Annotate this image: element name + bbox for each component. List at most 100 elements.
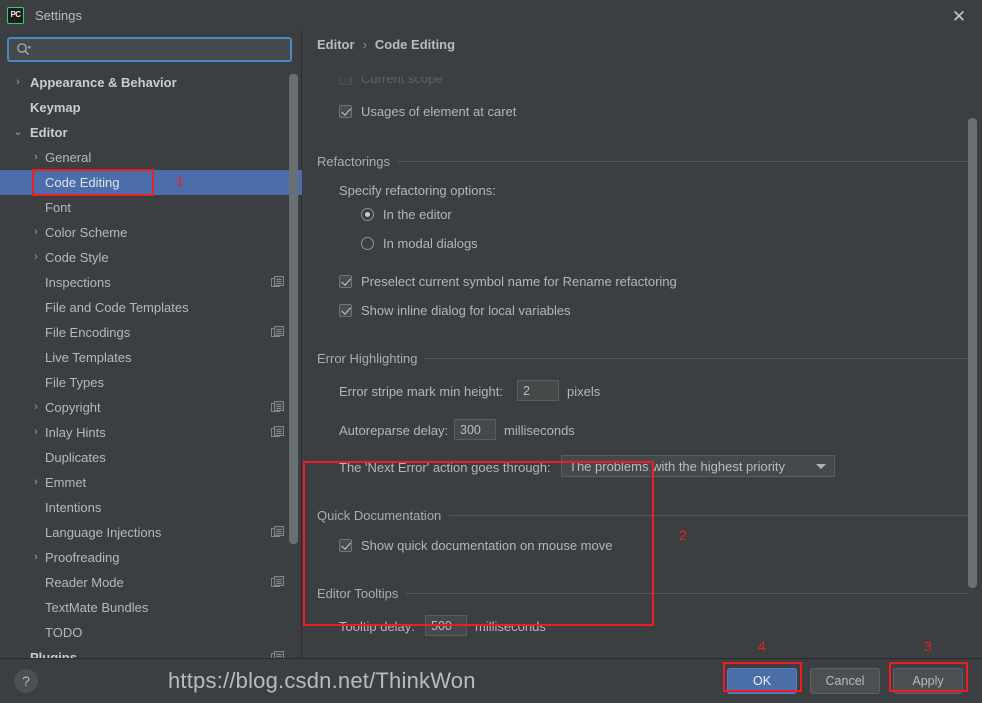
clipped-option-row: Current scope — [339, 77, 443, 89]
in-modal-dialogs-radio[interactable] — [361, 237, 374, 250]
chevron-right-icon[interactable]: › — [12, 77, 24, 88]
chevron-right-icon[interactable]: › — [30, 477, 42, 488]
sidebar-scrollbar-thumb[interactable] — [289, 74, 298, 544]
sidebar-item-proofreading[interactable]: › Proofreading — [0, 545, 302, 570]
sidebar-item-editor[interactable]: ⌄ Editor — [0, 120, 302, 145]
preselect-symbol-name-row[interactable]: Preselect current symbol name for Rename… — [339, 274, 677, 289]
refactorings-section-title: Refactorings — [317, 154, 390, 169]
sidebar-item-label: Language Injections — [45, 525, 162, 540]
project-scope-icon — [271, 276, 284, 289]
sidebar-item-label: File Types — [45, 375, 105, 390]
project-scope-icon — [271, 326, 284, 339]
sidebar-item-plugins[interactable]: Plugins — [0, 645, 302, 658]
autoreparse-delay-input[interactable] — [454, 419, 496, 440]
next-error-action-dropdown[interactable]: The problems with the highest priority — [561, 455, 835, 477]
pycharm-icon: PC — [7, 6, 24, 24]
settings-tree: › Appearance & Behavior Keymap ⌄ Editor › Gene… — [0, 70, 302, 658]
sidebar-item-todo[interactable]: TODO — [0, 620, 302, 645]
sidebar-item-color-scheme[interactable]: › Color Scheme — [0, 220, 302, 245]
breadcrumb-root[interactable]: Editor — [317, 37, 355, 52]
sidebar-item-general[interactable]: › General — [0, 145, 302, 170]
ok-button[interactable]: OK — [727, 668, 797, 694]
section-divider — [425, 358, 968, 359]
apply-button[interactable]: Apply — [893, 668, 963, 694]
refactorings-section-header: Refactorings — [317, 154, 968, 169]
project-scope-icon — [271, 651, 284, 658]
sidebar-item-duplicates[interactable]: Duplicates — [0, 445, 302, 470]
sidebar-item-label: Duplicates — [45, 450, 106, 465]
show-quick-documentation-row[interactable]: Show quick documentation on mouse move — [339, 538, 612, 553]
refactoring-option-in-modal-dialogs-row[interactable]: In modal dialogs — [361, 236, 478, 251]
sidebar-item-label: Reader Mode — [45, 575, 124, 590]
sidebar-item-file-types[interactable]: File Types — [0, 370, 302, 395]
sidebar-item-code-style[interactable]: › Code Style — [0, 245, 302, 270]
sidebar-item-emmet[interactable]: › Emmet — [0, 470, 302, 495]
search-input[interactable] — [31, 41, 290, 58]
sidebar-item-label: Color Scheme — [45, 225, 128, 240]
show-quick-documentation-checkbox[interactable] — [339, 539, 352, 552]
sidebar-item-label: File and Code Templates — [45, 300, 189, 315]
chevron-right-icon[interactable]: › — [30, 402, 42, 413]
sidebar-item-label: Keymap — [30, 100, 81, 115]
settings-content-panel: Editor › Code Editing Current scope Usag… — [303, 30, 982, 658]
chevron-right-icon[interactable]: › — [30, 252, 42, 263]
chevron-right-icon[interactable]: › — [30, 227, 42, 238]
sidebar-item-label: Live Templates — [45, 350, 132, 365]
show-inline-dialog-row[interactable]: Show inline dialog for local variables — [339, 303, 571, 318]
close-icon[interactable]: ✕ — [948, 6, 970, 26]
error-highlighting-section-title: Error Highlighting — [317, 351, 418, 366]
sidebar-item-keymap[interactable]: Keymap — [0, 95, 302, 120]
window-title: Settings — [35, 7, 82, 23]
specify-refactoring-options-label: Specify refactoring options: — [339, 183, 496, 198]
title-bar: PC Settings ✕ — [0, 0, 982, 30]
project-scope-icon — [271, 401, 284, 414]
autoreparse-delay-unit: milliseconds — [504, 423, 575, 438]
settings-dialog: PC Settings ✕ › Appearance & Behavior Keym… — [0, 0, 982, 703]
sidebar-item-font[interactable]: Font — [0, 195, 302, 220]
sidebar-item-label: File Encodings — [45, 325, 131, 340]
sidebar-item-inlay-hints[interactable]: › Inlay Hints — [0, 420, 302, 445]
autoreparse-delay-label: Autoreparse delay: — [339, 423, 449, 438]
refactoring-option-in-the-editor-row[interactable]: In the editor — [361, 207, 452, 222]
sidebar-item-textmate-bundles[interactable]: TextMate Bundles — [0, 595, 302, 620]
sidebar-item-intentions[interactable]: Intentions — [0, 495, 302, 520]
help-icon[interactable]: ? — [14, 669, 38, 693]
tooltip-delay-unit: milliseconds — [475, 619, 546, 634]
chevron-right-icon[interactable]: › — [30, 152, 42, 163]
show-inline-dialog-checkbox[interactable] — [339, 304, 352, 317]
cancel-button[interactable]: Cancel — [810, 668, 880, 694]
tooltip-delay-label: Tooltip delay: — [339, 619, 415, 634]
sidebar-item-label: Code Editing — [45, 175, 120, 190]
sidebar-item-label: TODO — [45, 625, 83, 640]
chevron-down-icon[interactable]: ⌄ — [12, 127, 24, 138]
search-box[interactable] — [7, 37, 292, 62]
in-the-editor-label: In the editor — [383, 207, 452, 222]
editor-tooltips-section-title: Editor Tooltips — [317, 586, 399, 601]
sidebar-item-label: Inspections — [45, 275, 111, 290]
chevron-right-icon[interactable]: › — [30, 427, 42, 438]
error-stripe-min-height-input[interactable] — [517, 380, 559, 401]
usages-of-element-at-caret-row[interactable]: Usages of element at caret — [339, 104, 516, 119]
chevron-right-icon[interactable]: › — [30, 552, 42, 563]
usages-of-element-at-caret-label: Usages of element at caret — [361, 104, 517, 119]
in-the-editor-radio[interactable] — [361, 208, 374, 221]
preselect-symbol-name-checkbox[interactable] — [339, 275, 352, 288]
usages-of-element-at-caret-checkbox[interactable] — [339, 105, 352, 118]
content-scrollbar-thumb[interactable] — [968, 118, 977, 588]
sidebar-item-reader-mode[interactable]: Reader Mode — [0, 570, 302, 595]
sidebar-item-code-editing[interactable]: Code Editing — [0, 170, 302, 195]
section-divider — [406, 593, 968, 594]
sidebar-item-label: Plugins — [30, 650, 77, 658]
sidebar-item-file-encodings[interactable]: File Encodings — [0, 320, 302, 345]
sidebar-item-language-injections[interactable]: Language Injections — [0, 520, 302, 545]
sidebar-item-appearance-behavior[interactable]: › Appearance & Behavior — [0, 70, 302, 95]
tooltip-delay-input[interactable] — [425, 615, 467, 636]
sidebar-item-copyright[interactable]: › Copyright — [0, 395, 302, 420]
sidebar-item-inspections[interactable]: Inspections — [0, 270, 302, 295]
sidebar-item-file-and-code-templates[interactable]: File and Code Templates — [0, 295, 302, 320]
error-stripe-min-height-label: Error stripe mark min height: — [339, 384, 503, 399]
sidebar-item-label: Font — [45, 200, 72, 215]
sidebar-item-live-templates[interactable]: Live Templates — [0, 345, 302, 370]
sidebar-item-label: Code Style — [45, 250, 109, 265]
pycharm-icon-text: PC — [10, 10, 21, 19]
